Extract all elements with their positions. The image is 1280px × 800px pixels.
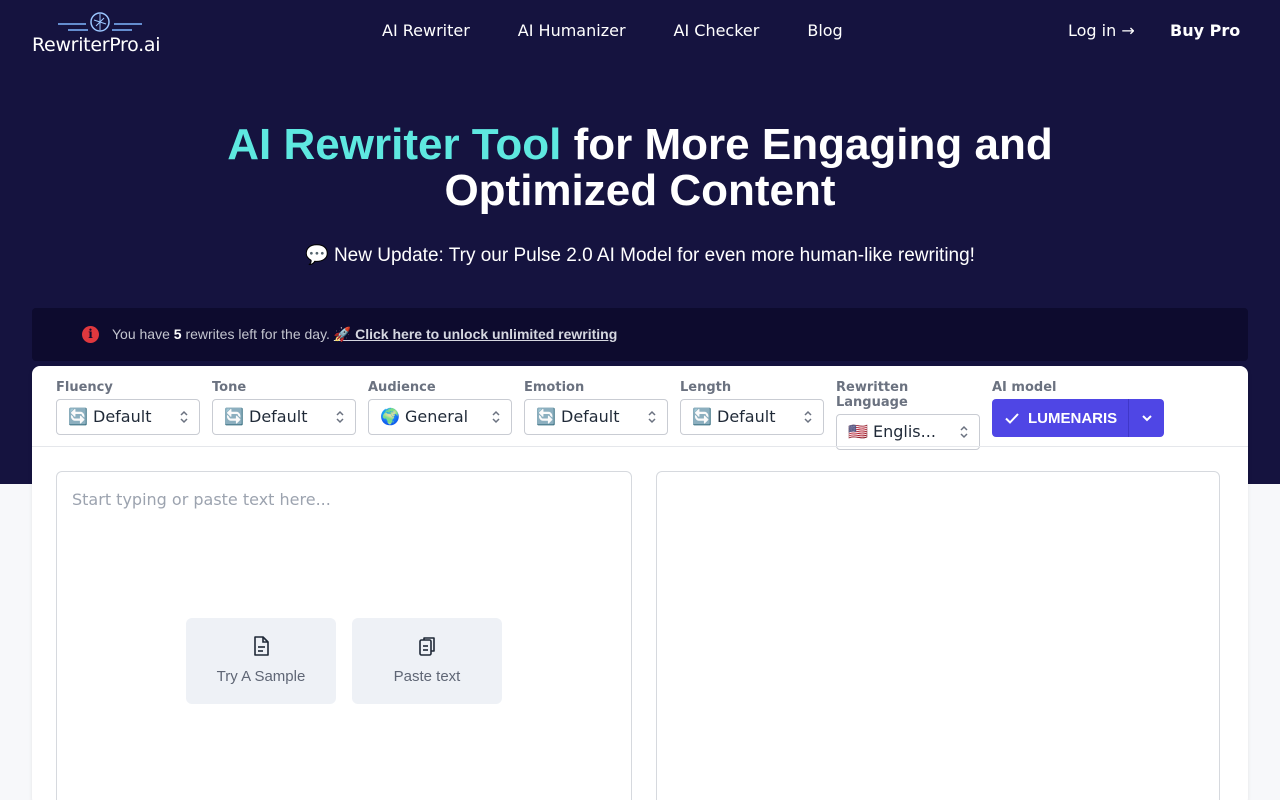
ai-model-label: AI model [992,380,1057,395]
updown-arrow-icon [804,410,812,424]
emotion-label: Emotion [524,380,585,395]
tone-control: Tone 🔄 Default [212,380,356,435]
ai-model-control: AI model LUMENARIS [992,380,1164,437]
rewrites-count: 5 [173,326,182,342]
paste-text-button[interactable]: Paste text [352,618,502,704]
ai-model-dropdown[interactable] [1128,399,1164,437]
info-icon: i [82,326,99,343]
update-banner: 💬 New Update: Try our Pulse 2.0 AI Model… [305,245,975,266]
ai-model-button[interactable]: LUMENARIS [992,399,1164,437]
alert-message: You have 5 rewrites left for the day. 🚀 … [112,326,617,343]
tone-label: Tone [212,380,247,395]
fluency-control: Fluency 🔄 Default [56,380,200,435]
login-link[interactable]: Log in → [1068,20,1135,42]
input-placeholder: Start typing or paste text here... [72,490,331,509]
fluency-label: Fluency [56,380,113,395]
clipboard-icon [419,637,435,656]
emotion-value: 🔄 Default [536,407,620,426]
emotion-control: Emotion 🔄 Default [524,380,668,435]
length-label: Length [680,380,732,395]
language-control: Rewritten Language 🇺🇸 Englis... [836,380,980,450]
title-line2: Optimized Content [444,166,836,215]
title-rest: for More Engaging and [561,120,1053,169]
buy-pro-button[interactable]: Buy Pro [1170,20,1240,42]
try-sample-label: Try A Sample [216,668,306,685]
nav-blog[interactable]: Blog [807,20,842,42]
ai-model-select[interactable]: LUMENARIS [992,399,1128,437]
updown-arrow-icon [960,425,968,439]
try-sample-button[interactable]: Try A Sample [186,618,336,704]
check-icon [1005,413,1019,424]
fluency-value: 🔄 Default [68,407,152,426]
alert-prefix: You have [112,326,174,342]
length-control: Length 🔄 Default [680,380,824,435]
language-label: Rewritten Language [836,380,909,410]
document-icon [254,636,269,656]
controls-divider [32,446,1248,447]
title-accent: AI Rewriter Tool [227,120,562,169]
audience-select[interactable]: 🌍 General [368,399,512,435]
chevron-down-icon [1141,415,1152,422]
rewrites-alert: i You have 5 rewrites left for the day. … [32,308,1248,361]
rewriter-card: Fluency 🔄 Default Tone 🔄 Default Audienc… [32,366,1248,800]
nav-ai-humanizer[interactable]: AI Humanizer [518,20,626,42]
unlock-link[interactable]: 🚀 Click here to unlock unlimited rewriti… [334,326,617,342]
updown-arrow-icon [648,410,656,424]
audience-label: Audience [368,380,436,395]
input-pane[interactable]: Start typing or paste text here... Try A… [56,471,632,800]
logo[interactable]: RewriterPro.ai [32,8,172,58]
logo-text: RewriterPro.ai [32,34,161,56]
updown-arrow-icon [492,410,500,424]
audience-value: 🌍 General [380,407,469,426]
language-select[interactable]: 🇺🇸 Englis... [836,414,980,450]
emotion-select[interactable]: 🔄 Default [524,399,668,435]
language-value: 🇺🇸 Englis... [848,422,936,441]
main-nav: AI Rewriter AI Humanizer AI Checker Blog [382,20,843,42]
updown-arrow-icon [180,410,188,424]
fluency-select[interactable]: 🔄 Default [56,399,200,435]
tone-value: 🔄 Default [224,407,308,426]
alert-suffix: rewrites left for the day. [181,326,334,342]
paste-text-label: Paste text [393,668,461,685]
nav-ai-rewriter[interactable]: AI Rewriter [382,20,470,42]
audience-control: Audience 🌍 General [368,380,512,435]
tone-select[interactable]: 🔄 Default [212,399,356,435]
length-value: 🔄 Default [692,407,776,426]
output-pane[interactable] [656,471,1220,800]
ai-model-value: LUMENARIS [1028,409,1118,427]
page-title: AI Rewriter Tool for More Engaging and O… [0,122,1280,214]
nav-ai-checker[interactable]: AI Checker [674,20,760,42]
updown-arrow-icon [336,410,344,424]
length-select[interactable]: 🔄 Default [680,399,824,435]
